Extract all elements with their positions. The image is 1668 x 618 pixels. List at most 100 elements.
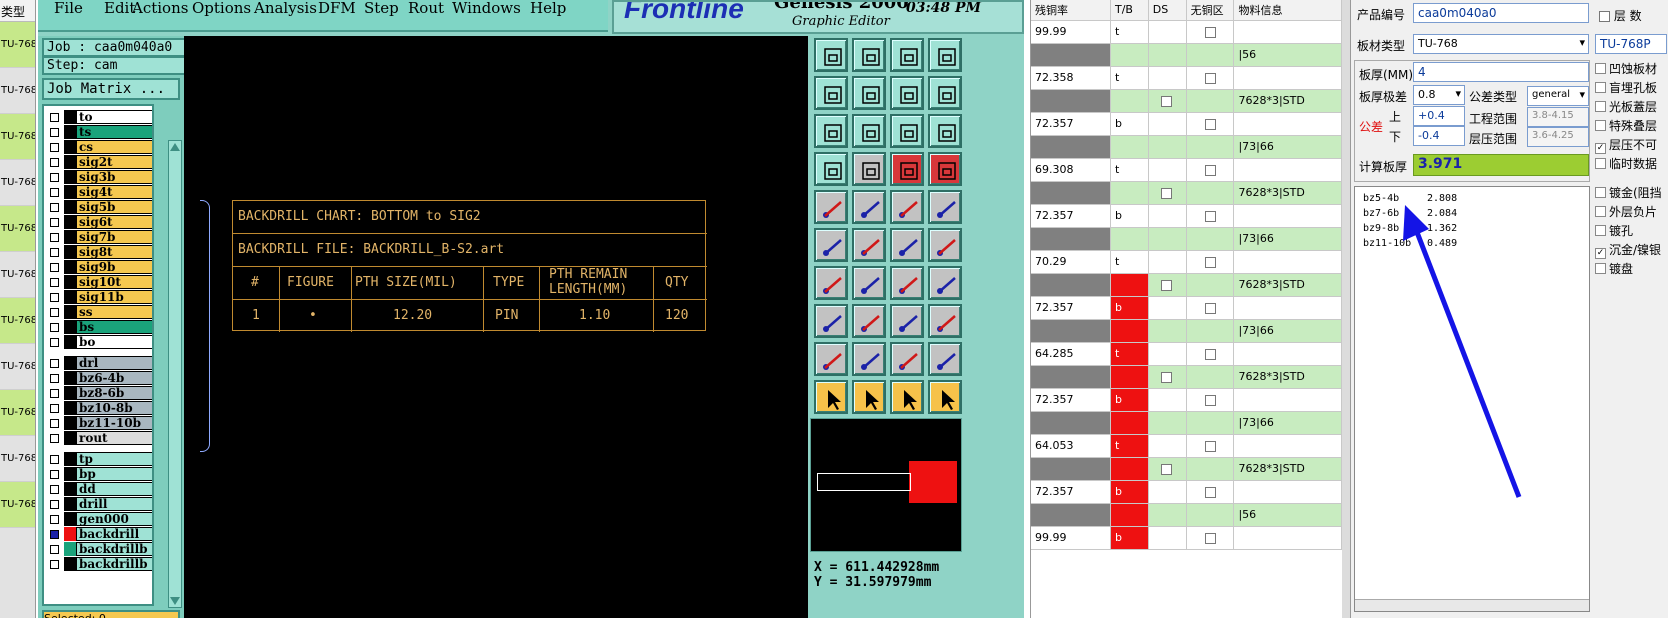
grid-row[interactable]: |56 [1031,43,1342,67]
layer-row[interactable]: bp [44,467,152,482]
option-checkbox[interactable]: 凹蚀板材 [1595,60,1657,77]
layer-row[interactable]: ss [44,305,152,320]
nocopper-cell[interactable] [1186,296,1235,320]
nocopper-cell[interactable] [1186,526,1235,550]
tool-button[interactable] [852,266,886,300]
tool-button[interactable] [814,304,848,338]
backdrill-depth-list[interactable]: bz5-4b 2.808 bz7-6b 2.084 bz9-8b 1.362 bz11-10… [1354,186,1590,612]
tb-cell[interactable] [1110,89,1149,113]
ds-cell[interactable] [1148,434,1187,458]
layer-row[interactable]: cs [44,140,152,155]
tb-cell[interactable]: b [1110,480,1149,504]
material-cell[interactable]: 7628*3|STD [1233,365,1342,389]
layer-checkbox[interactable] [50,374,59,383]
tool-button[interactable] [814,114,848,148]
copper-cell[interactable] [1031,227,1111,251]
ds-cell[interactable] [1148,227,1187,251]
tb-cell[interactable]: b [1110,296,1149,320]
ds-cell[interactable] [1148,457,1187,481]
nocopper-checkbox[interactable] [1204,256,1216,268]
ds-cell[interactable] [1148,342,1187,366]
layer-row[interactable]: rout [44,431,152,446]
ds-cell[interactable] [1148,181,1187,205]
layer-name[interactable]: sig7b [76,230,152,244]
layer-checkbox[interactable] [50,560,59,569]
layer-checkbox[interactable] [50,233,59,242]
menu-actions[interactable]: Actions [132,0,188,17]
nocopper-cell[interactable] [1186,250,1235,274]
tool-button[interactable] [890,266,924,300]
layer-name[interactable]: to [76,110,152,124]
grid-row[interactable]: 72.357 b [1031,112,1342,136]
tool-button[interactable] [814,380,848,414]
tool-button[interactable] [928,114,962,148]
menu-help[interactable]: Help [530,0,566,17]
ds-checkbox[interactable] [1160,95,1172,107]
board-type-extra[interactable]: TU-768P [1595,34,1667,54]
checkbox-box[interactable] [1595,158,1606,169]
grid-row[interactable]: |56 [1031,503,1342,527]
material-cell[interactable]: |73|66 [1233,227,1342,251]
layer-name[interactable]: bz11-10b [76,416,152,430]
nocopper-cell[interactable] [1186,411,1235,435]
copper-cell[interactable] [1031,273,1111,297]
copper-cell[interactable] [1031,43,1111,67]
tool-button[interactable] [928,380,962,414]
layer-name[interactable]: sig10t [76,275,152,289]
layer-name[interactable]: bz6-4b [76,371,152,385]
nocopper-cell[interactable] [1186,43,1235,67]
material-cell[interactable]: 7628*3|STD [1233,181,1342,205]
tool-button[interactable] [890,342,924,376]
grid-row[interactable]: 7628*3|STD [1031,365,1342,389]
layer-name[interactable]: sig11b [76,290,152,304]
checkbox-box[interactable] [1595,263,1606,274]
layer-row[interactable]: sig7b [44,230,152,245]
layer-row[interactable]: drl [44,356,152,371]
layer-checkbox[interactable] [50,530,59,539]
nocopper-checkbox[interactable] [1204,118,1216,130]
tb-cell[interactable] [1110,135,1149,159]
layer-row[interactable]: backdrillb [44,557,152,572]
tool-button[interactable] [928,342,962,376]
copper-cell[interactable] [1031,135,1111,159]
copper-cell[interactable]: 70.29 [1031,250,1111,274]
upper-field[interactable]: +0.4 [1413,106,1465,126]
layer-checkbox[interactable] [50,323,59,332]
ds-cell[interactable] [1148,388,1187,412]
ds-cell[interactable] [1148,250,1187,274]
tool-button[interactable] [852,380,886,414]
material-cell[interactable] [1233,204,1342,228]
material-cell[interactable] [1233,20,1342,44]
grid-scrollbar[interactable] [1342,0,1350,618]
tool-button[interactable] [890,228,924,262]
ds-cell[interactable] [1148,319,1187,343]
grid-row[interactable]: 7628*3|STD [1031,457,1342,481]
ds-checkbox[interactable] [1160,463,1172,475]
layer-checkbox[interactable] [50,308,59,317]
layer-row[interactable]: to [44,110,152,125]
checkbox-box[interactable] [1595,187,1606,198]
tb-cell[interactable] [1110,365,1149,389]
nocopper-cell[interactable] [1186,66,1235,90]
tb-cell[interactable]: t [1110,66,1149,90]
menu-windows[interactable]: Windows [452,0,521,17]
option-checkbox[interactable]: 镀孔 [1595,222,1633,239]
tool-button[interactable] [928,190,962,224]
menu-rout[interactable]: Rout [408,0,444,17]
copper-cell[interactable]: 72.357 [1031,296,1111,320]
layer-name[interactable]: cs [76,140,152,154]
tb-cell[interactable] [1110,227,1149,251]
checkbox-box[interactable]: ✓ [1595,248,1606,259]
nocopper-cell[interactable] [1186,319,1235,343]
nocopper-cell[interactable] [1186,204,1235,228]
ds-checkbox[interactable] [1160,371,1172,383]
nocopper-cell[interactable] [1186,365,1235,389]
layer-checkbox[interactable] [50,470,59,479]
nocopper-checkbox[interactable] [1204,302,1216,314]
layer-checkbox[interactable] [50,338,59,347]
layer-row[interactable]: drill [44,497,152,512]
checkbox-box[interactable] [1595,63,1606,74]
tb-cell[interactable]: t [1110,434,1149,458]
option-checkbox[interactable]: 临时数据 [1595,155,1657,172]
nocopper-cell[interactable] [1186,181,1235,205]
